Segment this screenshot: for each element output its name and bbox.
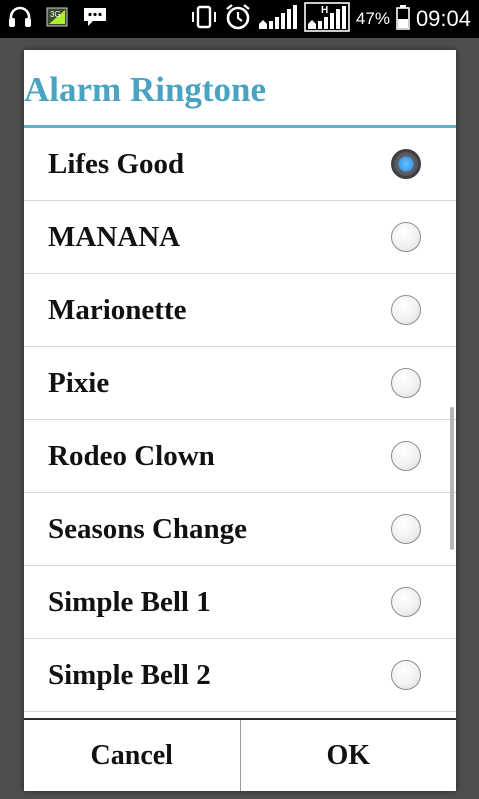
- alarm-icon: [224, 3, 252, 36]
- ringtone-row[interactable]: Simple Bell 2: [24, 639, 456, 712]
- ringtone-label: Pixie: [48, 367, 110, 399]
- radio-button[interactable]: [391, 222, 421, 252]
- ringtone-row[interactable]: Pixie: [24, 347, 456, 420]
- network-type-text: 3G: [50, 10, 61, 19]
- battery-icon: [396, 4, 410, 35]
- ringtone-row[interactable]: MANANA: [24, 201, 456, 274]
- ringtone-label: Seasons Change: [48, 513, 248, 545]
- data-type-text: H: [321, 5, 328, 16]
- ringtone-label: Simple Bell 1: [48, 586, 211, 618]
- signal-h-icon: H: [304, 1, 350, 37]
- radio-button[interactable]: [391, 441, 421, 471]
- status-bar-right: H 47% 09:04: [190, 1, 471, 37]
- vibrate-icon: [190, 4, 218, 35]
- ringtone-label: Lifes Good: [48, 148, 185, 180]
- ringtone-row[interactable]: Simple Bell 1: [24, 566, 456, 639]
- ringtone-list[interactable]: Lifes Good MANANA Marionette Pixie Rodeo Clo…: [24, 128, 456, 718]
- headphones-icon: [8, 6, 32, 33]
- ringtone-row[interactable]: Marionette: [24, 274, 456, 347]
- radio-button-selected[interactable]: [391, 149, 421, 179]
- battery-percent: 47%: [355, 9, 390, 28]
- ringtone-row[interactable]: Rodeo Clown: [24, 420, 456, 493]
- radio-button[interactable]: [391, 295, 421, 325]
- ringtone-label: Rodeo Clown: [48, 440, 215, 472]
- network-3g-icon: 3G: [46, 7, 68, 32]
- radio-button[interactable]: [391, 660, 421, 690]
- cancel-button[interactable]: Cancel: [24, 720, 240, 791]
- status-bar: 3G H 47% 09:04: [0, 0, 479, 38]
- radio-button[interactable]: [391, 587, 421, 617]
- ringtone-row[interactable]: Lifes Good: [24, 128, 456, 201]
- ringtone-label: Simple Bell 2: [48, 659, 211, 691]
- ok-button[interactable]: OK: [240, 720, 456, 791]
- radio-button[interactable]: [391, 514, 421, 544]
- ringtone-row[interactable]: Seasons Change: [24, 493, 456, 566]
- dialog-footer: Cancel OK: [24, 720, 456, 791]
- radio-button[interactable]: [391, 368, 421, 398]
- list-scrollbar[interactable]: [450, 407, 454, 550]
- status-bar-left: 3G: [8, 6, 108, 32]
- ringtone-label: MANANA: [48, 221, 181, 253]
- clock-time: 09:04: [415, 6, 471, 31]
- dialog-title: Alarm Ringtone: [24, 70, 267, 109]
- message-icon: [82, 6, 108, 33]
- signal-icon: [258, 4, 298, 35]
- ringtone-label: Marionette: [48, 294, 187, 326]
